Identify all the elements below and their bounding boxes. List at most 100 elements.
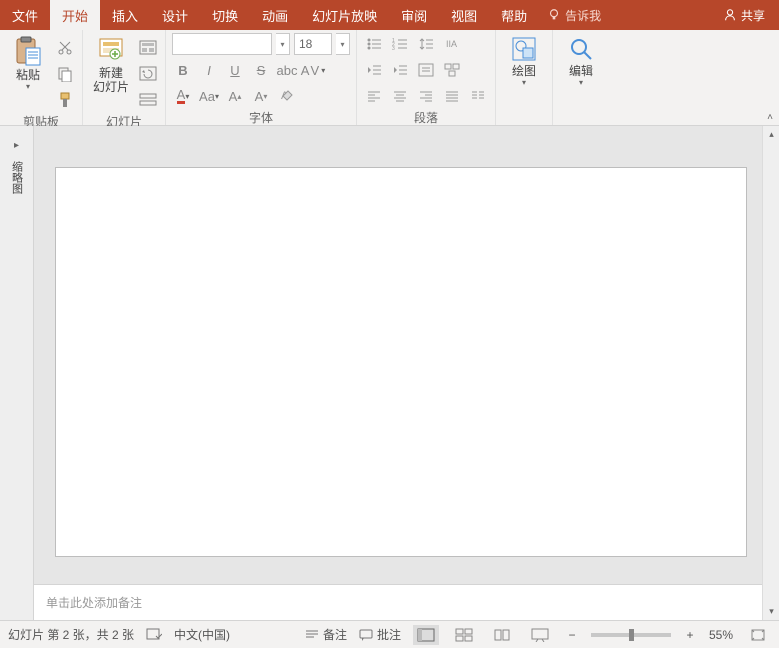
font-size-dropdown[interactable]: ▾ [336, 33, 350, 55]
status-bar: 幻灯片 第 2 张，共 2 张 中文(中国) 备注 批注 − + 55% [0, 620, 779, 648]
format-painter-button[interactable] [54, 89, 76, 111]
slideshow-view-button[interactable] [527, 625, 553, 645]
drawing-button[interactable]: 绘图 ▾ [502, 33, 546, 87]
reset-slide-button[interactable] [137, 63, 159, 85]
slide-canvas-area [34, 126, 762, 620]
svg-text:IIA: IIA [446, 39, 457, 49]
smartart-button[interactable] [441, 59, 463, 81]
textdir-icon: IIA [444, 37, 460, 51]
copy-button[interactable] [54, 63, 76, 85]
slide-layout-button[interactable] [137, 37, 159, 59]
editing-group-label [559, 120, 603, 125]
shadow-button[interactable]: abc [276, 59, 298, 81]
indent-icon [392, 63, 408, 77]
fit-window-button[interactable] [745, 625, 771, 645]
bold-button[interactable]: B [172, 59, 194, 81]
tab-insert[interactable]: 插入 [100, 0, 150, 30]
tab-view[interactable]: 视图 [439, 0, 489, 30]
group-paragraph: 123 IIA 段落 [357, 30, 496, 125]
tab-animation[interactable]: 动画 [250, 0, 300, 30]
collapse-ribbon-button[interactable]: ˄ [767, 112, 773, 123]
language-button[interactable]: 中文(中国) [174, 626, 230, 643]
columns-button[interactable] [467, 85, 489, 107]
align-center-button[interactable] [389, 85, 411, 107]
spellcheck-button[interactable] [146, 628, 162, 642]
new-slide-label-2: 幻灯片 [93, 80, 129, 94]
text-direction-button[interactable]: IIA [441, 33, 463, 55]
group-clipboard: 粘贴 ▾ 剪贴板 [0, 30, 83, 125]
char-spacing-button[interactable]: AV▾ [302, 59, 324, 81]
paste-button[interactable]: 粘贴 ▾ [6, 33, 50, 91]
scroll-down-button[interactable]: ▾ [763, 603, 779, 620]
decrease-indent-button[interactable] [363, 59, 385, 81]
line-spacing-button[interactable] [415, 33, 437, 55]
sorterview-icon [455, 628, 473, 642]
editing-button[interactable]: 编辑 ▾ [559, 33, 603, 87]
new-slide-button[interactable]: 新建 幻灯片 [89, 33, 133, 94]
strikethrough-button[interactable]: S [250, 59, 272, 81]
change-case-button[interactable]: Aa▾ [198, 85, 220, 107]
section-button[interactable] [137, 89, 159, 111]
zoom-in-button[interactable]: + [683, 628, 697, 642]
font-size-input[interactable] [294, 33, 332, 55]
italic-button[interactable]: I [198, 59, 220, 81]
font-color-button[interactable]: A▾ [172, 85, 194, 107]
tab-file[interactable]: 文件 [0, 0, 50, 30]
zoom-slider[interactable] [591, 633, 671, 637]
notes-toggle-label: 备注 [323, 626, 347, 643]
paste-label: 粘贴 [16, 68, 40, 82]
zoom-thumb[interactable] [629, 629, 634, 641]
tab-home[interactable]: 开始 [50, 0, 100, 30]
fit-icon [750, 628, 766, 642]
zoom-out-button[interactable]: − [565, 628, 579, 642]
clear-format-button[interactable]: A [276, 85, 298, 107]
group-drawing: 绘图 ▾ [496, 30, 553, 125]
align-right-button[interactable] [415, 85, 437, 107]
sorter-view-button[interactable] [451, 625, 477, 645]
slide-canvas[interactable] [56, 168, 746, 556]
comments-toggle[interactable]: 批注 [359, 626, 401, 643]
zoom-percent[interactable]: 55% [709, 628, 733, 642]
smartart-icon [444, 63, 460, 77]
drawing-group-label [502, 120, 546, 125]
notes-placeholder: 单击此处添加备注 [46, 594, 142, 611]
underline-button[interactable]: U [224, 59, 246, 81]
align-left-button[interactable] [363, 85, 385, 107]
numbering-icon: 123 [392, 37, 408, 51]
font-name-input[interactable] [172, 33, 272, 55]
reading-view-button[interactable] [489, 625, 515, 645]
tab-design[interactable]: 设计 [150, 0, 200, 30]
notes-pane[interactable]: 单击此处添加备注 [34, 584, 762, 620]
cut-button[interactable] [54, 37, 76, 59]
increase-indent-button[interactable] [389, 59, 411, 81]
workspace: ▸ 缩略图 ▴ ▾ 单击此处添加备注 [0, 126, 779, 620]
align-text-button[interactable] [415, 59, 437, 81]
justify-icon [445, 90, 459, 102]
bullets-button[interactable] [363, 33, 385, 55]
normal-view-button[interactable] [413, 625, 439, 645]
shrink-font-button[interactable]: A▾ [250, 85, 272, 107]
drawing-label: 绘图 [512, 64, 536, 78]
paste-icon [14, 36, 42, 66]
slide-counter[interactable]: 幻灯片 第 2 张，共 2 张 [8, 626, 134, 643]
justify-button[interactable] [441, 85, 463, 107]
tab-transition[interactable]: 切换 [200, 0, 250, 30]
editing-dropdown-icon: ▾ [579, 78, 583, 87]
scroll-up-button[interactable]: ▴ [763, 126, 779, 143]
tell-me[interactable]: 告诉我 [539, 0, 609, 30]
tab-review[interactable]: 审阅 [389, 0, 439, 30]
layout-icon [139, 40, 157, 56]
numbering-button[interactable]: 123 [389, 33, 411, 55]
grow-font-button[interactable]: A▴ [224, 85, 246, 107]
share-button[interactable]: 共享 [709, 0, 779, 30]
new-slide-icon [97, 36, 125, 64]
font-name-dropdown[interactable]: ▾ [276, 33, 290, 55]
tab-help[interactable]: 帮助 [489, 0, 539, 30]
drawing-icon [511, 36, 537, 62]
brush-icon [57, 92, 73, 108]
vertical-scrollbar[interactable]: ▴ ▾ [762, 126, 779, 620]
expand-thumbnails-button[interactable]: ▸ [14, 140, 19, 151]
drawing-dropdown-icon: ▾ [522, 78, 526, 87]
tab-slideshow[interactable]: 幻灯片放映 [300, 0, 389, 30]
notes-toggle[interactable]: 备注 [305, 626, 347, 643]
